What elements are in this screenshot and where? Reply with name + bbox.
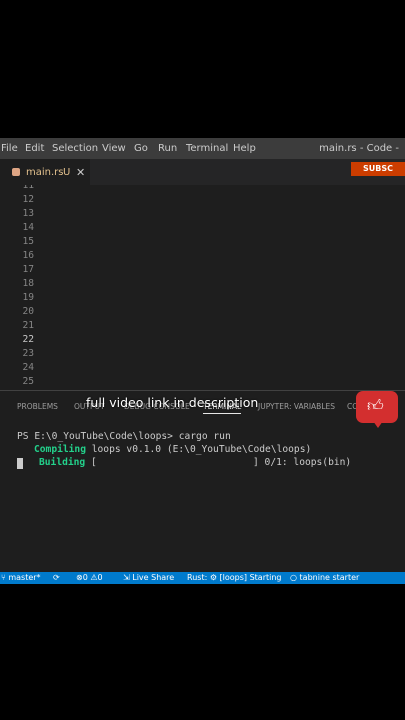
compiling-text: loops v0.1.0 (E:\0_YouTube\Code\loops) [85, 444, 312, 455]
vscode-window: File Edit Selection View Go Run Terminal… [0, 138, 405, 584]
tab-jupyter-variables[interactable]: JUPYTER: VARIABLES [258, 402, 335, 411]
close-icon[interactable]: ✕ [76, 166, 85, 179]
tabnine-icon: ○ [290, 573, 300, 582]
compiling-label: Compiling [34, 444, 86, 455]
problems-status[interactable]: ⊗0 ⚠0 [76, 573, 103, 582]
editor-tab-bar: main.rs U ✕ SUBSC [0, 159, 405, 185]
line-number: 16 [22, 250, 34, 261]
window-title: main.rs - Code - [319, 143, 399, 154]
menu-file[interactable]: File [1, 143, 18, 154]
terminal-line: Building [ [39, 457, 97, 468]
error-icon: ⊗ [76, 573, 83, 582]
menu-run[interactable]: Run [158, 143, 177, 154]
line-number-active: 22 [22, 334, 34, 345]
menu-help[interactable]: Help [233, 143, 256, 154]
line-number: 17 [22, 264, 34, 275]
branch-status[interactable]: ⑂ master* [1, 573, 41, 582]
line-number: 14 [22, 222, 34, 233]
menu-terminal[interactable]: Terminal [186, 143, 228, 154]
rust-status[interactable]: Rust: ⚙ [loops] Starting [187, 573, 282, 582]
terminal-line: ] 0/1: loops(bin) [253, 457, 351, 468]
menu-edit[interactable]: Edit [25, 143, 44, 154]
tab-filename: main.rs [26, 167, 64, 178]
building-label: Building [39, 457, 86, 468]
building-bar-start: [ [85, 457, 97, 468]
line-number: 13 [22, 208, 34, 219]
tab-main-rs[interactable]: main.rs U ✕ [0, 159, 90, 185]
line-number: 23 [22, 348, 34, 359]
line-number: 25 [22, 376, 34, 387]
rust-file-icon [12, 168, 20, 176]
live-share-icon: ⇲ [123, 573, 133, 582]
menu-view[interactable]: View [102, 143, 126, 154]
thumbs-up-icon: 👍︎ [367, 396, 384, 415]
menu-go[interactable]: Go [134, 143, 148, 154]
warning-icon: ⚠ [90, 573, 98, 582]
code-editor[interactable]: 11 12 13 14 15 16 17 18 19 20 21 22 23 2… [0, 185, 405, 390]
building-progress: ] 0/1: loops(bin) [253, 457, 352, 468]
like-bubble-tail [373, 421, 383, 428]
menu-selection[interactable]: Selection [52, 143, 98, 154]
bottom-panel: PROBLEMS OUTPUT DEBUG CONSOLE TERMINAL J… [0, 390, 405, 573]
tabnine-status[interactable]: ○ tabnine starter [290, 573, 359, 582]
terminal-line: Compiling loops v0.1.0 (E:\0_YouTube\Cod… [34, 444, 311, 455]
line-number: 24 [22, 362, 34, 373]
subscribe-badge[interactable]: SUBSC [351, 162, 405, 176]
like-button[interactable]: 👍︎ [356, 391, 398, 428]
gear-icon: ⚙ [209, 573, 217, 582]
live-share-button[interactable]: ⇲ Live Share [123, 573, 174, 582]
terminal-line: PS E:\0_YouTube\Code\loops> cargo run [17, 431, 231, 442]
line-number: 11 [22, 185, 34, 191]
line-number: 21 [22, 320, 34, 331]
video-link-overlay: full video link in description [86, 395, 259, 410]
sync-icon[interactable]: ⟳ [53, 573, 60, 582]
line-number: 12 [22, 194, 34, 205]
status-bar: ⑂ master* ⟳ ⊗0 ⚠0 ⇲ Live Share Rust: ⚙ [… [0, 572, 405, 584]
terminal-cursor [17, 458, 23, 469]
line-number: 15 [22, 236, 34, 247]
line-number: 20 [22, 306, 34, 317]
menu-bar: File Edit Selection View Go Run Terminal… [0, 138, 405, 159]
terminal-prompt: PS E:\0_YouTube\Code\loops> [17, 431, 179, 442]
tab-problems[interactable]: PROBLEMS [17, 402, 58, 411]
line-number: 18 [22, 278, 34, 289]
terminal-command: cargo run [178, 431, 231, 442]
tab-modified-indicator: U [63, 167, 71, 178]
line-number: 19 [22, 292, 34, 303]
